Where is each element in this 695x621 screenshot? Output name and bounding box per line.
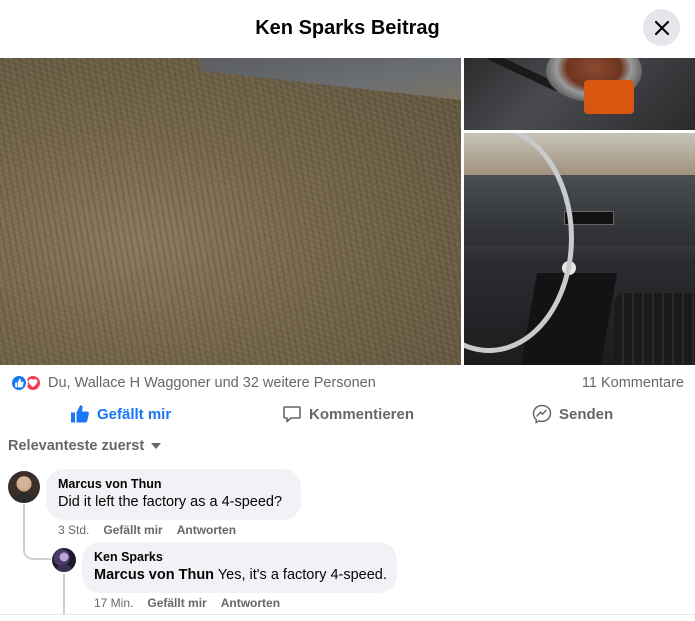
avatar[interactable]: [52, 548, 76, 572]
thumbs-up-icon: [10, 374, 28, 392]
avatar[interactable]: [8, 471, 40, 503]
like-button-label: Gefällt mir: [97, 405, 172, 423]
photo-detail-road: [200, 58, 461, 100]
caret-down-icon: [151, 443, 162, 449]
reply-bubble: Ken Sparks Marcus von Thun Yes, it's a f…: [82, 542, 397, 593]
photo-engine-bay[interactable]: [464, 58, 695, 130]
reply-thread-connector: [63, 574, 65, 614]
post-actions: Gefällt mir Kommentieren Senden: [0, 397, 695, 431]
comment-reply-link[interactable]: Antworten: [177, 523, 236, 537]
thread-connector: [23, 504, 25, 550]
reply-time[interactable]: 17 Min.: [94, 596, 133, 610]
comment-button-label: Kommentieren: [309, 405, 415, 423]
comments-count[interactable]: 11 Kommentare: [582, 375, 684, 391]
comment-author[interactable]: Marcus von Thun: [58, 477, 289, 491]
photo-car-interior[interactable]: [464, 133, 695, 365]
comment-button[interactable]: Kommentieren: [282, 397, 414, 431]
avatar-person-icon: [13, 477, 35, 503]
divider: [0, 614, 695, 615]
messenger-icon: [532, 404, 552, 424]
photo-detail-engine-block: [584, 80, 634, 114]
comment-sort-dropdown[interactable]: Relevanteste zuerst: [8, 438, 162, 454]
close-button[interactable]: [643, 9, 680, 46]
reactions-summary[interactable]: Du, Wallace H Waggoner und 32 weitere Pe…: [10, 373, 376, 393]
post-photos: [0, 58, 695, 365]
avatar-person-icon: [55, 552, 73, 572]
reply-like-link[interactable]: Gefällt mir: [147, 596, 206, 610]
reply-text: Yes, it's a factory 4-speed.: [217, 567, 387, 583]
comment-sort-label: Relevanteste zuerst: [8, 438, 145, 454]
photo-lawn[interactable]: [0, 58, 461, 365]
reactions-text[interactable]: Du, Wallace H Waggoner und 32 weitere Pe…: [48, 375, 376, 391]
reply-author[interactable]: Ken Sparks: [94, 550, 385, 564]
comment-meta: 3 Std. Gefällt mir Antworten: [58, 523, 236, 537]
comment-text: Did it left the factory as a 4-speed?: [58, 494, 283, 510]
send-button[interactable]: Senden: [532, 397, 613, 431]
reply-mention[interactable]: Marcus von Thun: [94, 567, 214, 583]
like-button[interactable]: Gefällt mir: [70, 397, 171, 431]
comment-like-link[interactable]: Gefällt mir: [103, 523, 162, 537]
speech-bubble-icon: [283, 406, 301, 423]
send-button-label: Senden: [559, 405, 614, 423]
reply-text-line: Marcus von Thun Yes, it's a factory 4-sp…: [94, 567, 387, 583]
dialog-header: Ken Sparks Beitrag: [0, 0, 695, 58]
thread-connector-curve: [23, 548, 51, 560]
dialog-title: Ken Sparks Beitrag: [255, 17, 440, 39]
close-icon: [654, 20, 669, 35]
photo-detail-seat: [614, 293, 695, 365]
reply-meta: 17 Min. Gefällt mir Antworten: [94, 596, 280, 610]
thumbs-up-icon: [71, 405, 89, 423]
reply-reply-link[interactable]: Antworten: [221, 596, 280, 610]
comment-bubble: Marcus von Thun Did it left the factory …: [46, 469, 301, 520]
comment-time[interactable]: 3 Std.: [58, 523, 89, 537]
